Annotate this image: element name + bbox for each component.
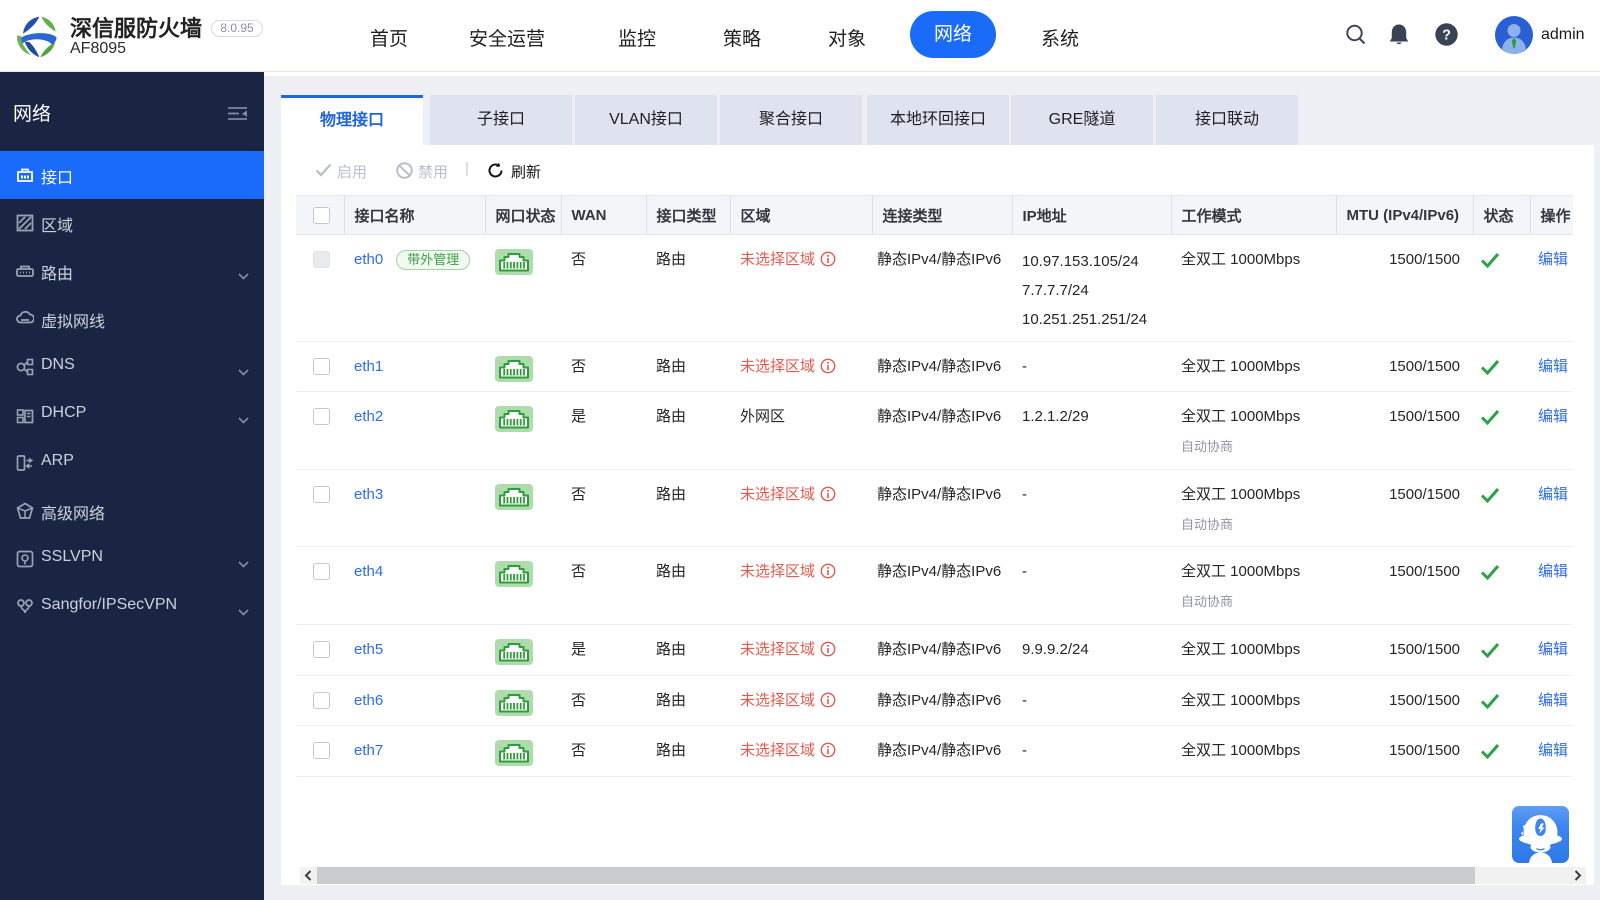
svg-text:?: ? (1442, 27, 1451, 43)
